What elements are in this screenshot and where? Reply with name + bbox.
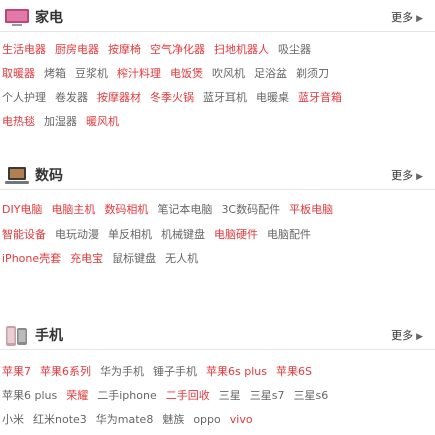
more-link[interactable]: 更多 ▶: [391, 9, 423, 25]
category-link[interactable]: 苹果7: [2, 360, 31, 384]
category-link[interactable]: 个人护理: [2, 86, 46, 110]
category-link[interactable]: 扫地机器人: [214, 38, 269, 62]
category-link[interactable]: 小米: [2, 408, 24, 432]
category-link[interactable]: 电脑硬件: [214, 223, 258, 247]
chevron-right-icon: ▶: [416, 332, 423, 342]
category-link[interactable]: 单反相机: [108, 223, 152, 247]
category-link[interactable]: 锤子手机: [153, 360, 197, 384]
category-link[interactable]: 按摩器材: [97, 86, 141, 110]
category-link[interactable]: 空气净化器: [150, 38, 205, 62]
link-row: 个人护理 卷发器 按摩器材 冬季火锅 蓝牙耳机 电暖桌 蓝牙音箱: [0, 86, 351, 110]
link-row: 取暖器 烤箱 豆浆机 榨汁料理 电饭煲 吹风机 足浴盆 剃须刀: [0, 62, 338, 86]
link-row: 电热毯 加湿器 暖风机: [0, 110, 128, 134]
section-header: 手机 更多 ▶: [0, 322, 435, 352]
category-link[interactable]: 智能设备: [2, 223, 46, 247]
section-title: 数码: [35, 168, 63, 184]
category-link[interactable]: vivo: [230, 408, 253, 432]
category-link[interactable]: 按摩椅: [108, 38, 141, 62]
category-link[interactable]: 加湿器: [44, 110, 77, 134]
laptop-icon: [4, 165, 30, 187]
category-link[interactable]: 电脑主机: [51, 198, 95, 222]
divider: [0, 31, 435, 32]
category-link[interactable]: 电热毯: [2, 110, 35, 134]
category-link[interactable]: 荣耀: [66, 384, 88, 408]
category-link[interactable]: 苹果6 plus: [2, 384, 57, 408]
category-link[interactable]: 蓝牙耳机: [203, 86, 247, 110]
tv-icon: [4, 7, 30, 29]
more-link[interactable]: 更多 ▶: [391, 167, 423, 183]
category-link[interactable]: 暖风机: [86, 110, 119, 134]
category-link[interactable]: 魅族: [162, 408, 184, 432]
link-row: 小米 红米note3 华为mate8 魅族 oppo vivo: [0, 408, 262, 432]
divider: [0, 349, 435, 350]
category-link[interactable]: 吹风机: [212, 62, 245, 86]
category-link[interactable]: 苹果6S: [276, 360, 312, 384]
category-link[interactable]: 苹果6s plus: [206, 360, 267, 384]
section-header: 数码 更多 ▶: [0, 162, 435, 192]
category-link[interactable]: 二手回收: [166, 384, 210, 408]
section-title: 手机: [35, 328, 63, 344]
category-link[interactable]: 二手iphone: [97, 384, 156, 408]
chevron-right-icon: ▶: [416, 172, 423, 182]
category-link[interactable]: 无人机: [165, 247, 198, 271]
category-link[interactable]: 吸尘器: [278, 38, 311, 62]
category-link[interactable]: 充电宝: [70, 247, 103, 271]
category-link[interactable]: 3C数码配件: [221, 198, 280, 222]
category-link[interactable]: 电饭煲: [170, 62, 203, 86]
link-row: 苹果7 苹果6系列 华为手机 锤子手机 苹果6s plus 苹果6S: [0, 360, 321, 384]
category-link[interactable]: 生活电器: [2, 38, 46, 62]
category-link[interactable]: 华为mate8: [96, 408, 154, 432]
link-row: 智能设备 电玩动漫 单反相机 机械键盘 电脑硬件 电脑配件: [0, 223, 320, 247]
category-link[interactable]: 厨房电器: [55, 38, 99, 62]
category-link[interactable]: 红米note3: [33, 408, 87, 432]
category-link[interactable]: 鼠标键盘: [112, 247, 156, 271]
section-title: 家电: [35, 10, 63, 26]
category-link[interactable]: 机械键盘: [161, 223, 205, 247]
category-link[interactable]: 榨汁料理: [117, 62, 161, 86]
category-link[interactable]: DIY电脑: [2, 198, 42, 222]
phone-icon: [4, 325, 30, 347]
category-link[interactable]: 取暖器: [2, 62, 35, 86]
category-link[interactable]: 三星s7: [250, 384, 285, 408]
link-row: 生活电器 厨房电器 按摩椅 空气净化器 扫地机器人 吸尘器: [0, 38, 320, 62]
link-row: iPhone壳套 充电宝 鼠标键盘 无人机: [0, 247, 207, 271]
link-row: DIY电脑 电脑主机 数码相机 笔记本电脑 3C数码配件 平板电脑: [0, 198, 342, 222]
category-link[interactable]: 电玩动漫: [55, 223, 99, 247]
category-link[interactable]: 数码相机: [104, 198, 148, 222]
category-link[interactable]: 三星s6: [293, 384, 328, 408]
link-row: 苹果6 plus 荣耀 二手iphone 二手回收 三星 三星s7 三星s6: [0, 384, 337, 408]
category-link[interactable]: 电暖桌: [256, 86, 289, 110]
category-link[interactable]: 三星: [219, 384, 241, 408]
category-link[interactable]: 烤箱: [44, 62, 66, 86]
divider: [0, 189, 435, 190]
category-link[interactable]: 苹果6系列: [40, 360, 91, 384]
category-link[interactable]: 电脑配件: [267, 223, 311, 247]
category-link[interactable]: 足浴盆: [254, 62, 287, 86]
category-link[interactable]: iPhone壳套: [2, 247, 61, 271]
category-link[interactable]: 平板电脑: [289, 198, 333, 222]
category-link[interactable]: 剃须刀: [296, 62, 329, 86]
category-link[interactable]: 卷发器: [55, 86, 88, 110]
section-header: 家电 更多 ▶: [0, 4, 435, 34]
category-link[interactable]: oppo: [193, 408, 220, 432]
chevron-right-icon: ▶: [416, 14, 423, 24]
category-link[interactable]: 冬季火锅: [150, 86, 194, 110]
category-link[interactable]: 华为手机: [100, 360, 144, 384]
more-link[interactable]: 更多 ▶: [391, 327, 423, 343]
category-link[interactable]: 笔记本电脑: [157, 198, 212, 222]
category-link[interactable]: 蓝牙音箱: [298, 86, 342, 110]
category-link[interactable]: 豆浆机: [75, 62, 108, 86]
